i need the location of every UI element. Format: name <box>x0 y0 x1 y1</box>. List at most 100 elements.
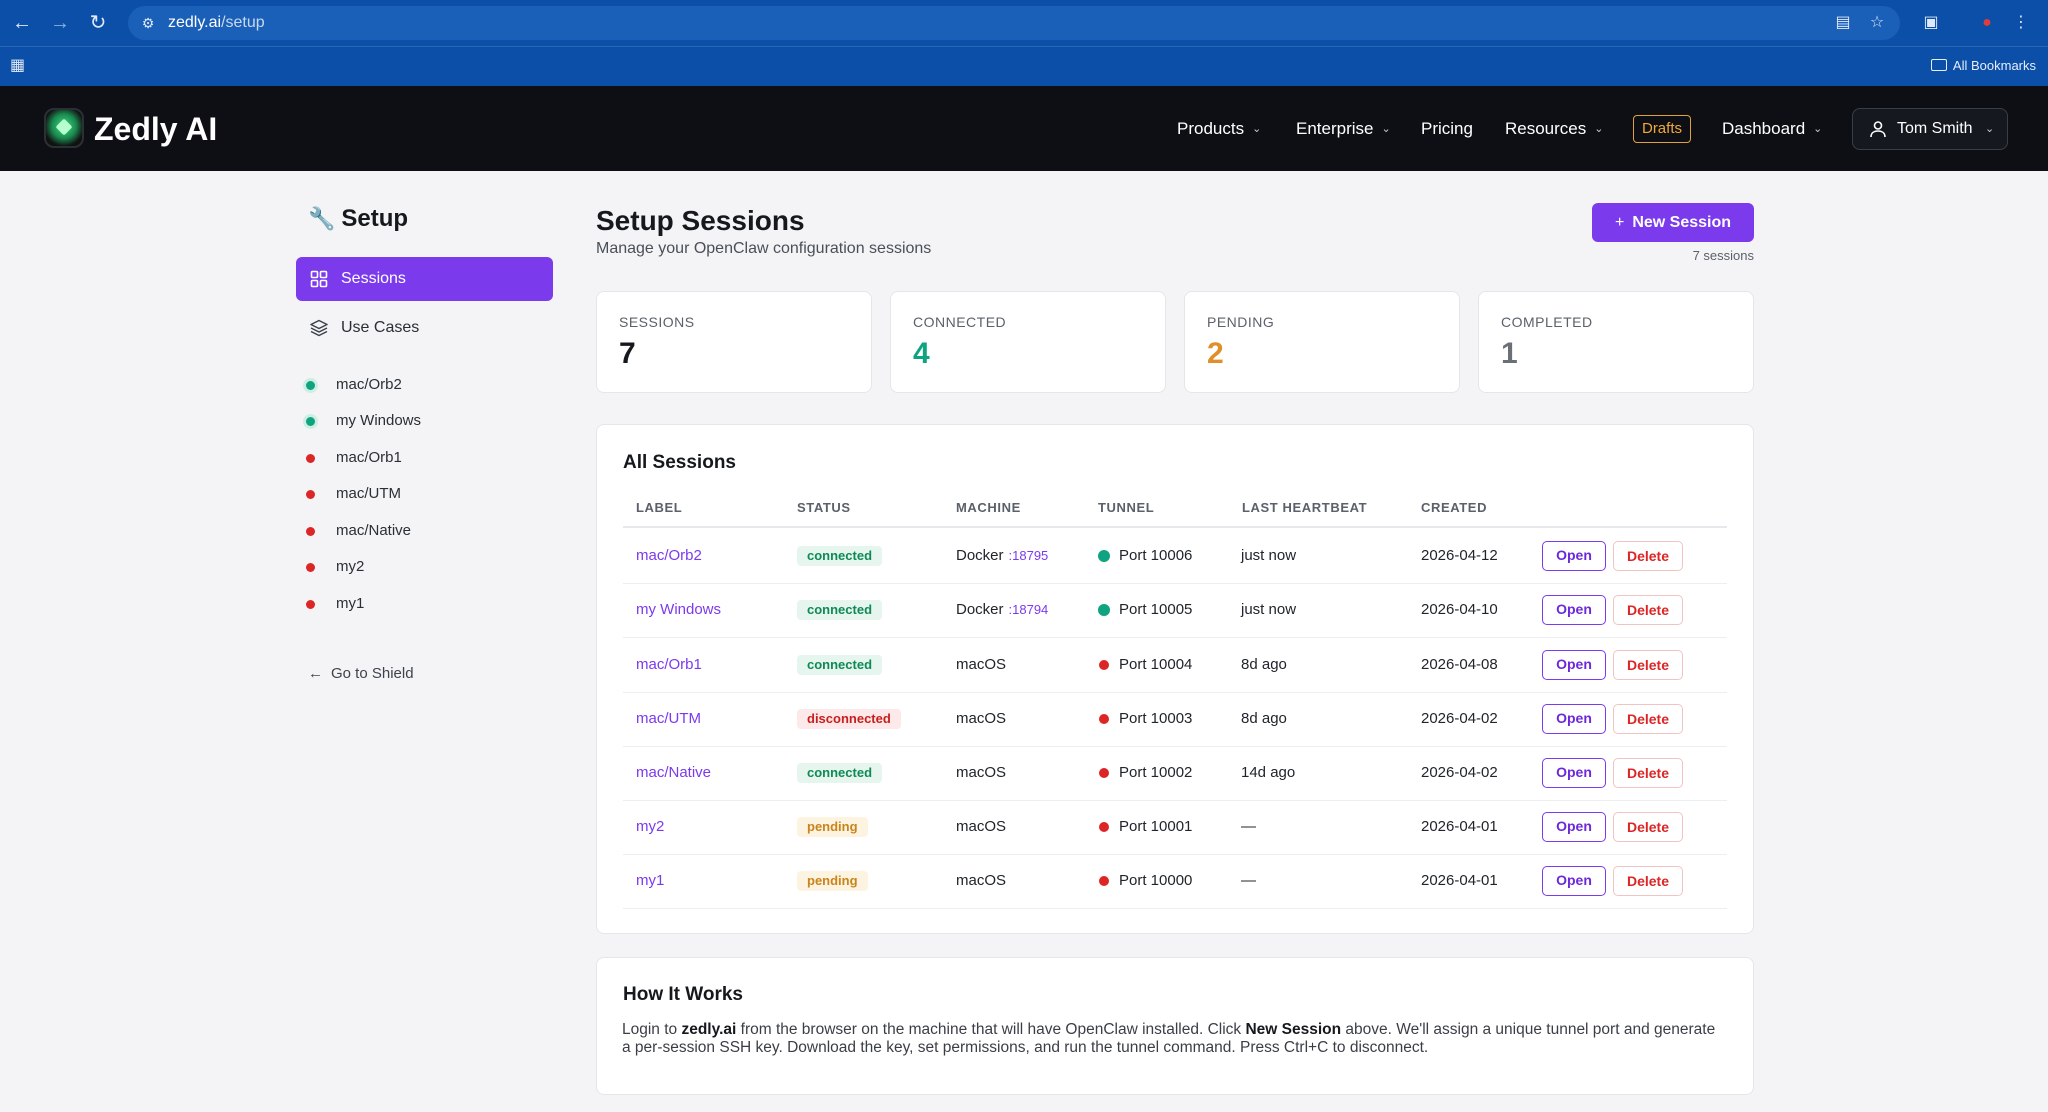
session-label-link[interactable]: mac/Orb1 <box>636 655 702 675</box>
session-label-link[interactable]: my2 <box>636 817 664 837</box>
row-divider <box>623 583 1727 585</box>
last-heartbeat: — <box>1241 872 1256 890</box>
delete-button[interactable]: Delete <box>1613 703 1683 734</box>
stat-card-completed: COMPLETED 1 <box>1478 291 1754 393</box>
row-divider <box>623 908 1727 910</box>
column-header-machine: MACHINE <box>956 500 1021 515</box>
sidebar-item-label: Use Cases <box>341 319 420 336</box>
brand-name[interactable]: Zedly AI <box>94 110 217 148</box>
open-button[interactable]: Open <box>1542 757 1606 788</box>
row-divider <box>623 854 1727 856</box>
session-label-link[interactable]: mac/Orb2 <box>636 546 702 566</box>
status-badge: connected <box>797 654 883 675</box>
last-heartbeat: 8d ago <box>1241 709 1287 727</box>
browser-menu-icon[interactable]: ⋮ <box>2010 12 2032 34</box>
go-to-shield-link[interactable]: ← Go to Shield <box>308 664 414 684</box>
back-arrow-icon[interactable]: ← <box>10 11 34 35</box>
stat-value: 2 <box>1207 337 1224 370</box>
plus-icon: + <box>1614 214 1625 231</box>
site-settings-icon[interactable]: ⚙ <box>138 14 158 32</box>
column-header-last-heartbeat: LAST HEARTBEAT <box>1242 500 1368 515</box>
stat-label: PENDING <box>1207 314 1275 330</box>
apps-grid-icon[interactable]: ▦ <box>10 55 32 77</box>
machine-name: Docker <box>956 601 1004 619</box>
row-divider <box>623 745 1727 747</box>
tab-search-icon[interactable]: ▣ <box>1920 12 1942 34</box>
nav-dashboard[interactable]: Dashboard ⌄ <box>1722 118 1822 140</box>
browser-toolbar: ← → ↻ ⚙ zedly.ai/setup ▤ ☆ ▣ ● ⋮ <box>0 0 2048 46</box>
tunnel-status-dot <box>1099 767 1109 778</box>
forward-arrow-icon[interactable]: → <box>48 11 72 35</box>
bookmarks-bar: ▦ All Bookmarks <box>0 46 2048 86</box>
last-heartbeat: — <box>1241 818 1256 836</box>
site-header: Zedly AI Products ⌄ Enterprise ⌄ Pricing R… <box>0 86 2048 171</box>
session-label-link[interactable]: mac/UTM <box>636 709 701 729</box>
status-badge: connected <box>797 762 883 783</box>
extension-pin-icon[interactable]: ● <box>1976 12 1998 34</box>
open-button[interactable]: Open <box>1542 595 1606 626</box>
nav-drafts[interactable]: Drafts <box>1633 115 1691 143</box>
machine-cell: macOS <box>956 817 1006 837</box>
tunnel-port: Port 10003 <box>1119 709 1193 727</box>
delete-button[interactable]: Delete <box>1613 595 1683 626</box>
sidebar-item-sessions[interactable]: Sessions <box>296 257 553 301</box>
machine-cell: macOS <box>956 763 1006 783</box>
chevron-down-icon: ⌄ <box>1252 123 1262 135</box>
session-label-link[interactable]: my Windows <box>636 600 721 620</box>
open-button[interactable]: Open <box>1542 541 1606 572</box>
sidebar-item-use-cases[interactable]: Use Cases <box>296 306 553 350</box>
machine-port: :18795 <box>1008 548 1049 564</box>
sidebar-title: 🔧 Setup <box>308 205 409 232</box>
delete-button[interactable]: Delete <box>1613 866 1683 897</box>
delete-button[interactable]: Delete <box>1613 541 1683 572</box>
open-button[interactable]: Open <box>1542 703 1606 734</box>
zedly-logo-icon[interactable] <box>44 108 84 148</box>
machine-name: macOS <box>956 872 1007 890</box>
stat-value: 1 <box>1501 337 1518 370</box>
status-dot <box>306 490 315 499</box>
nav-resources[interactable]: Resources ⌄ <box>1505 118 1603 140</box>
tunnel-port: Port 10004 <box>1119 655 1193 673</box>
stat-value: 7 <box>619 337 636 370</box>
created-date: 2026-04-02 <box>1421 709 1498 727</box>
nav-products[interactable]: Products ⌄ <box>1177 118 1261 140</box>
reload-icon[interactable]: ↻ <box>86 11 110 35</box>
address-bar[interactable]: ⚙ zedly.ai/setup <box>128 6 1900 40</box>
open-button[interactable]: Open <box>1542 649 1606 680</box>
nav-enterprise[interactable]: Enterprise ⌄ <box>1296 118 1391 140</box>
stat-card-sessions: SESSIONS 7 <box>596 291 872 393</box>
install-app-icon[interactable]: ▤ <box>1832 12 1854 34</box>
new-session-button[interactable]: + New Session <box>1592 203 1754 242</box>
machine-cell: macOS <box>956 655 1006 675</box>
stat-label: SESSIONS <box>619 314 695 330</box>
session-label-link[interactable]: mac/Native <box>636 763 711 783</box>
open-button[interactable]: Open <box>1542 812 1606 843</box>
created-date: 2026-04-01 <box>1421 818 1498 836</box>
machine-cell: Docker:18794 <box>956 600 1048 620</box>
open-button[interactable]: Open <box>1542 866 1606 897</box>
last-heartbeat: 14d ago <box>1241 763 1296 781</box>
url-text[interactable]: zedly.ai/setup <box>168 14 265 32</box>
stat-value: 4 <box>913 337 930 370</box>
stat-label: COMPLETED <box>1501 314 1593 330</box>
created-date: 2026-04-02 <box>1421 763 1498 781</box>
session-label-link[interactable]: my1 <box>636 871 664 891</box>
delete-button[interactable]: Delete <box>1613 649 1683 680</box>
column-header-label: LABEL <box>636 500 683 515</box>
user-menu-button[interactable]: Tom Smith ⌄ <box>1852 108 2008 150</box>
stat-card-connected: CONNECTED 4 <box>890 291 1166 393</box>
bookmark-star-icon[interactable]: ☆ <box>1866 12 1888 34</box>
chevron-down-icon: ⌄ <box>1985 123 1995 135</box>
delete-button[interactable]: Delete <box>1613 757 1683 788</box>
nav-pricing[interactable]: Pricing <box>1421 118 1473 140</box>
tunnel-port: Port 10006 <box>1119 547 1193 565</box>
all-bookmarks[interactable]: All Bookmarks <box>1930 55 2036 77</box>
machine-cell: Docker:18795 <box>956 546 1048 566</box>
status-badge: pending <box>797 817 868 838</box>
delete-button[interactable]: Delete <box>1613 812 1683 843</box>
page-title: Setup Sessions <box>596 205 805 236</box>
machine-cell: macOS <box>956 709 1006 729</box>
session-count: 7 sessions <box>1692 248 1754 263</box>
machine-name: macOS <box>956 655 1007 673</box>
created-date: 2026-04-10 <box>1421 601 1498 619</box>
